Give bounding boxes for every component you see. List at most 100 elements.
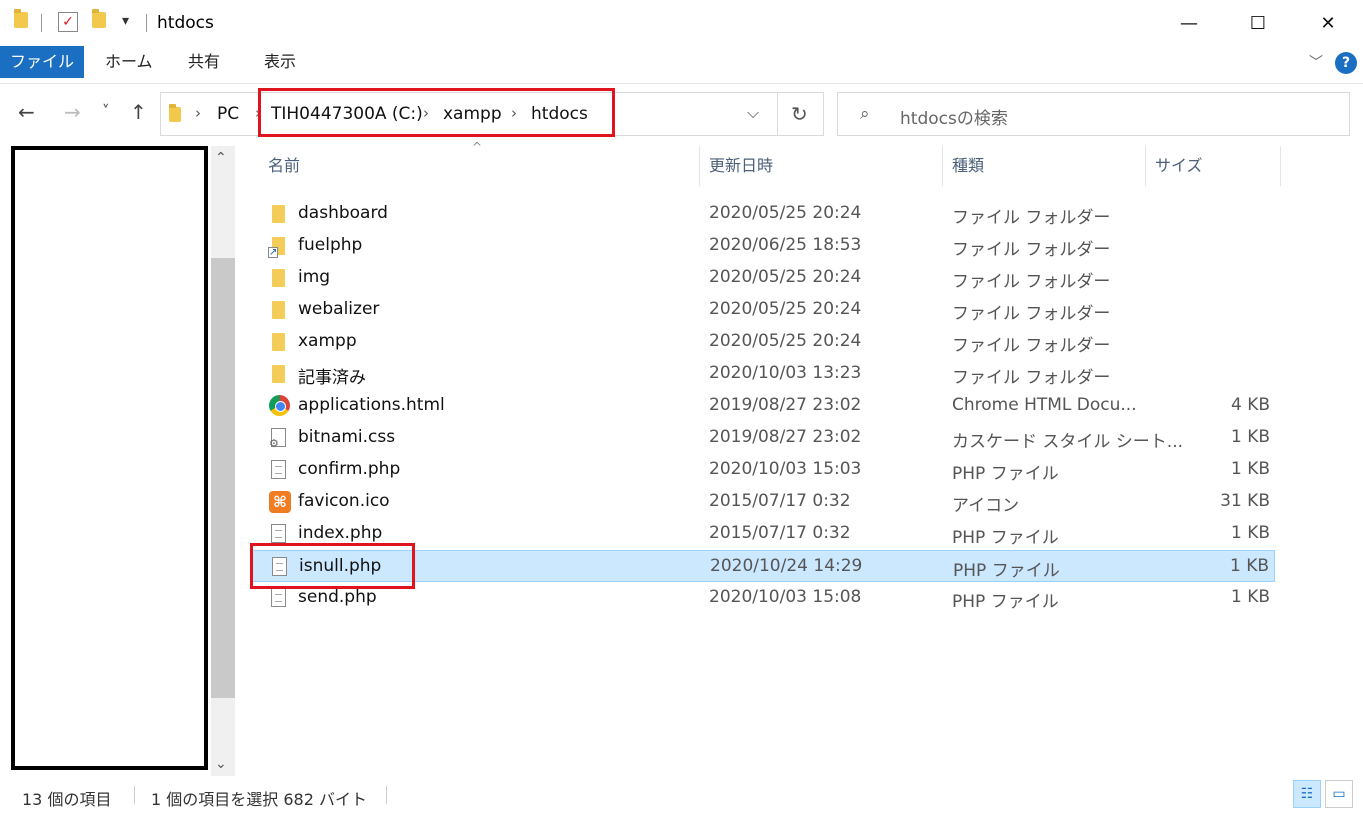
search-box[interactable]: ⌕ htdocsの検索	[837, 92, 1350, 136]
file-date: 2020/06/25 18:53	[709, 235, 862, 255]
new-folder-icon[interactable]	[92, 9, 106, 32]
minimize-button[interactable]: —	[1155, 0, 1223, 46]
customize-quick-access-icon[interactable]: ▾	[122, 13, 129, 29]
file-size: 1 KB	[1230, 459, 1270, 479]
file-row[interactable]: webalizer 2020/05/25 20:24 ファイル フォルダー	[250, 294, 1275, 326]
file-name: webalizer	[298, 299, 380, 319]
file-type: ファイル フォルダー	[952, 240, 1111, 260]
scroll-up-icon[interactable]: ⌃	[215, 150, 227, 166]
file-date: 2020/05/25 20:24	[709, 299, 862, 319]
file-type: PHP ファイル	[953, 561, 1060, 581]
php-file-icon	[271, 588, 286, 607]
tab-view[interactable]: 表示	[248, 46, 312, 78]
title-bar: ✓ ▾ htdocs — ☐ ✕	[0, 0, 1363, 46]
file-row[interactable]: bitnami.css 2019/08/27 23:02 カスケード スタイル シー…	[250, 422, 1275, 454]
file-type: カスケード スタイル シート...	[952, 432, 1184, 452]
navigation-bar: ← → ˅ ↑ › PC › TIH0447300A (C:) › xampp …	[0, 84, 1363, 144]
item-count: 13 個の項目	[22, 790, 112, 809]
maximize-button[interactable]: ☐	[1224, 0, 1292, 46]
column-header-name[interactable]: 名前	[268, 146, 300, 186]
window-title: htdocs	[157, 13, 214, 33]
status-separator	[386, 786, 387, 804]
php-file-icon	[271, 460, 286, 479]
up-icon[interactable]: ↑	[130, 100, 147, 124]
file-name: applications.html	[298, 395, 445, 415]
file-date: 2020/05/25 20:24	[709, 203, 862, 223]
address-highlight-box	[258, 88, 615, 137]
file-size: 1 KB	[1230, 523, 1270, 543]
file-row[interactable]: dashboard 2020/05/25 20:24 ファイル フォルダー	[250, 198, 1275, 230]
file-size: 1 KB	[1230, 427, 1270, 447]
details-view-icon[interactable]: ☷	[1293, 780, 1321, 808]
navigation-pane: ⌃ ⌄	[0, 146, 236, 776]
back-icon[interactable]: ←	[18, 100, 35, 124]
file-name: index.php	[298, 523, 383, 543]
properties-check-icon[interactable]: ✓	[58, 12, 78, 32]
php-file-icon	[271, 524, 286, 543]
file-type: ファイル フォルダー	[952, 304, 1111, 324]
file-name: 記事済み	[298, 368, 366, 388]
selection-info: 1 個の項目を選択 682 バイト	[151, 790, 367, 809]
folder-icon	[169, 104, 181, 126]
file-row[interactable]: 記事済み 2020/10/03 13:23 ファイル フォルダー	[250, 358, 1275, 390]
large-icons-view-icon[interactable]: ▭	[1325, 780, 1353, 808]
address-history-icon[interactable]: ⌵	[747, 103, 759, 123]
file-type: ファイル フォルダー	[952, 208, 1111, 228]
file-type: ファイル フォルダー	[952, 272, 1111, 292]
folder-icon	[14, 9, 28, 32]
forward-icon[interactable]: →	[64, 100, 81, 124]
sort-ascending-icon: ^	[472, 140, 483, 154]
file-name: bitnami.css	[298, 427, 396, 447]
file-row[interactable]: fuelphp 2020/06/25 18:53 ファイル フォルダー	[250, 230, 1275, 262]
refresh-icon[interactable]: ↻	[791, 102, 808, 126]
ribbon: ファイル ホーム 共有 表示 ﹀ ?	[0, 46, 1363, 84]
file-date: 2020/10/03 15:03	[709, 459, 862, 479]
file-row[interactable]: confirm.php 2020/10/03 15:03 PHP ファイル 1 KB	[250, 454, 1275, 486]
column-separator[interactable]	[1145, 146, 1146, 186]
search-input[interactable]: htdocsの検索	[900, 104, 1008, 129]
file-name: dashboard	[298, 203, 388, 223]
scroll-down-icon[interactable]: ⌄	[215, 756, 227, 772]
expand-ribbon-icon[interactable]: ﹀	[1309, 52, 1323, 72]
file-row[interactable]: ⌘ favicon.ico 2015/07/17 0:32 アイコン 31 KB	[250, 486, 1275, 518]
navigation-scrollbar[interactable]: ⌃ ⌄	[211, 146, 235, 776]
toolbar-separator	[41, 14, 42, 32]
close-button[interactable]: ✕	[1294, 0, 1362, 46]
file-type: PHP ファイル	[952, 592, 1059, 612]
file-date: 2015/07/17 0:32	[709, 491, 851, 511]
tab-share[interactable]: 共有	[172, 46, 236, 78]
file-row[interactable]: xampp 2020/05/25 20:24 ファイル フォルダー	[250, 326, 1275, 358]
file-date: 2020/10/03 13:23	[709, 363, 862, 383]
file-size: 1 KB	[1230, 587, 1270, 607]
column-separator[interactable]	[1280, 146, 1281, 186]
file-size: 4 KB	[1230, 395, 1270, 415]
help-icon[interactable]: ?	[1335, 52, 1357, 74]
column-header-size[interactable]: サイズ	[1155, 146, 1203, 186]
breadcrumb-chevron-icon[interactable]: ›	[195, 104, 201, 122]
tab-home[interactable]: ホーム	[89, 46, 169, 78]
file-row[interactable]: img 2020/05/25 20:24 ファイル フォルダー	[250, 262, 1275, 294]
file-type: PHP ファイル	[952, 464, 1059, 484]
file-type: ファイル フォルダー	[952, 368, 1111, 388]
tab-file[interactable]: ファイル	[0, 46, 84, 78]
folder-icon	[272, 365, 285, 383]
xampp-icon: ⌘	[269, 491, 291, 513]
file-size: 31 KB	[1220, 491, 1270, 511]
column-separator[interactable]	[699, 146, 700, 186]
column-header-date[interactable]: 更新日時	[709, 146, 773, 186]
file-date: 2020/05/25 20:24	[709, 331, 862, 351]
folder-icon	[272, 269, 285, 287]
scroll-thumb[interactable]	[211, 258, 235, 698]
file-row[interactable]: applications.html 2019/08/27 23:02 Chrome …	[250, 390, 1275, 422]
recent-locations-icon[interactable]: ˅	[102, 102, 110, 120]
folder-icon	[272, 205, 285, 223]
toolbar-separator	[146, 14, 147, 32]
breadcrumb-pc[interactable]: PC	[217, 104, 239, 124]
chrome-icon	[269, 395, 290, 416]
file-type: PHP ファイル	[952, 528, 1059, 548]
css-file-icon	[269, 428, 286, 450]
column-separator[interactable]	[942, 146, 943, 186]
column-header-type[interactable]: 種類	[952, 146, 984, 186]
file-date: 2019/08/27 23:02	[709, 427, 862, 447]
file-name: fuelphp	[298, 235, 363, 255]
